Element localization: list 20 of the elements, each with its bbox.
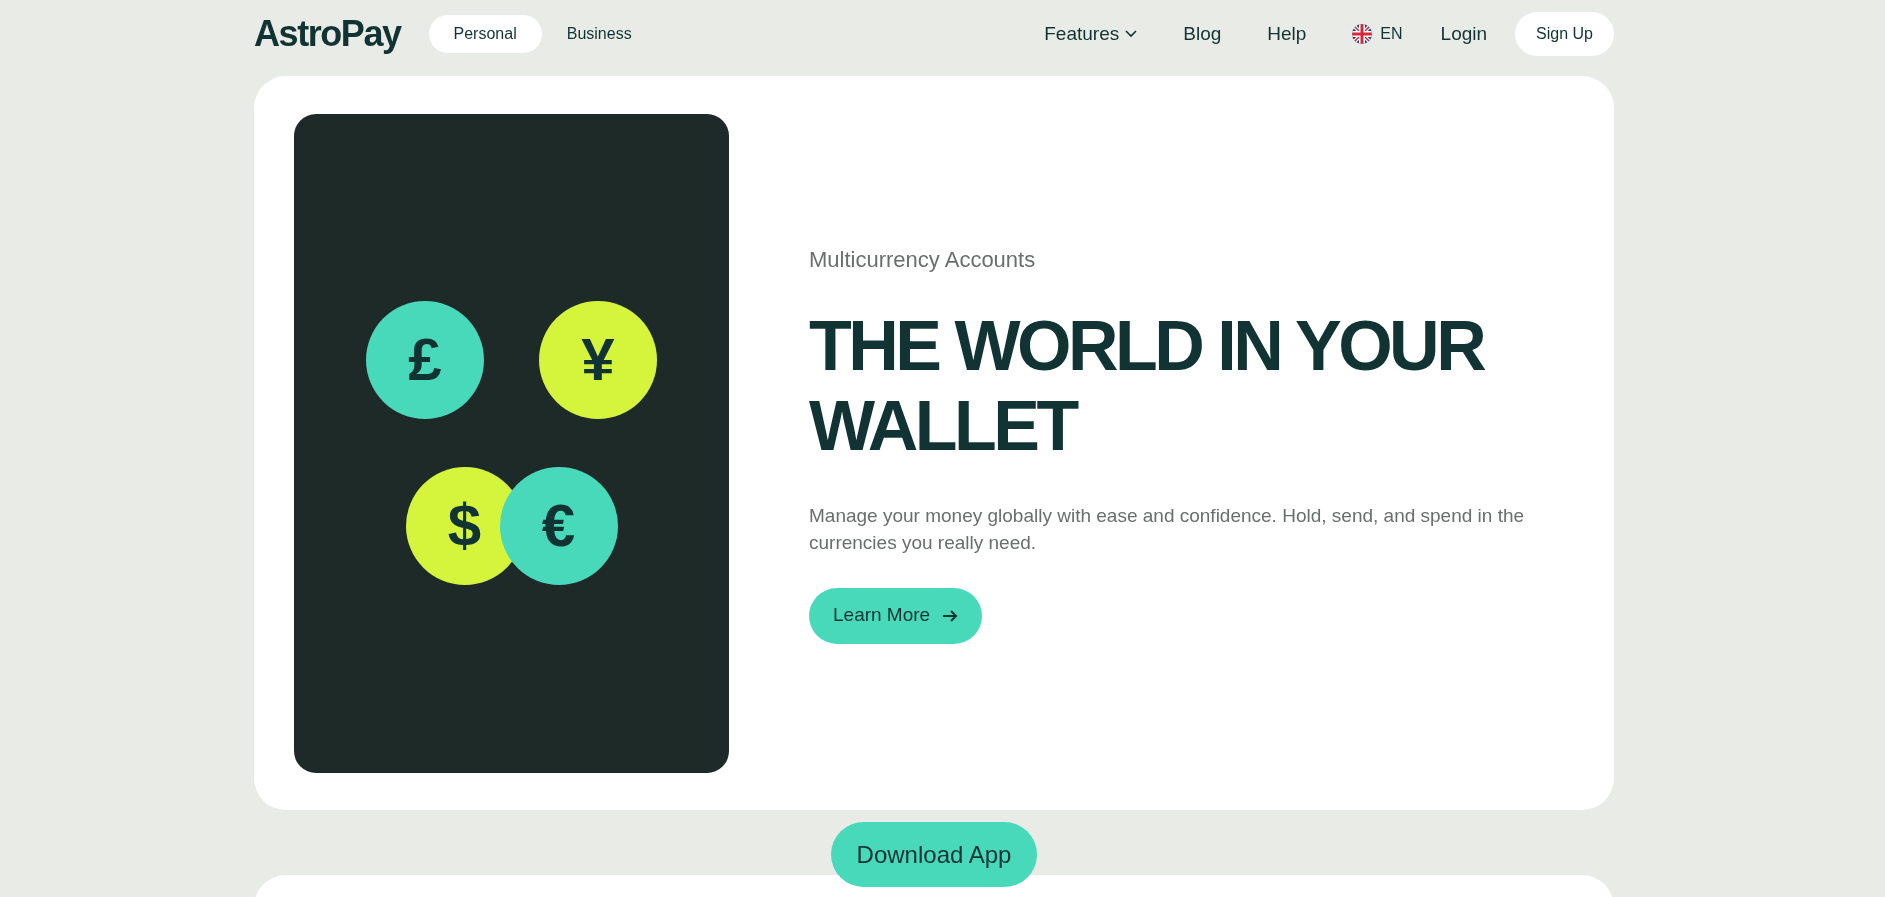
nav-link[interactable]: Blog <box>1183 19 1222 49</box>
nav-link[interactable]: Features <box>1044 19 1138 49</box>
logo[interactable]: AstroPay <box>254 7 401 61</box>
eyebrow-text: Multicurrency Accounts <box>809 245 1036 274</box>
currency-coin: £ <box>366 301 484 419</box>
chevron-down-icon <box>1125 30 1138 38</box>
segment-tab[interactable]: Personal <box>428 15 542 53</box>
sign-up-button[interactable]: Sign Up <box>1515 12 1614 56</box>
arrow-right-icon <box>942 608 959 623</box>
currency-coin: ¥ <box>539 301 657 419</box>
nav-link[interactable]: Help <box>1267 19 1307 49</box>
login-link[interactable]: Login <box>1440 19 1488 49</box>
language-selector[interactable]: EN <box>1352 22 1403 46</box>
hero-description: Manage your money globally with ease and confidence. Hold, send, and spend in the currencies you really need. <box>809 503 1526 555</box>
learn-more-button[interactable]: Learn More <box>809 587 983 644</box>
download-app-button[interactable]: Download App <box>830 822 1038 887</box>
currency-coin: € <box>499 467 618 585</box>
flag-icon <box>1352 24 1373 44</box>
segment-tab[interactable]: Business <box>541 15 657 53</box>
hero-heading: THE WORLD IN YOUR WALLET <box>809 305 1485 466</box>
